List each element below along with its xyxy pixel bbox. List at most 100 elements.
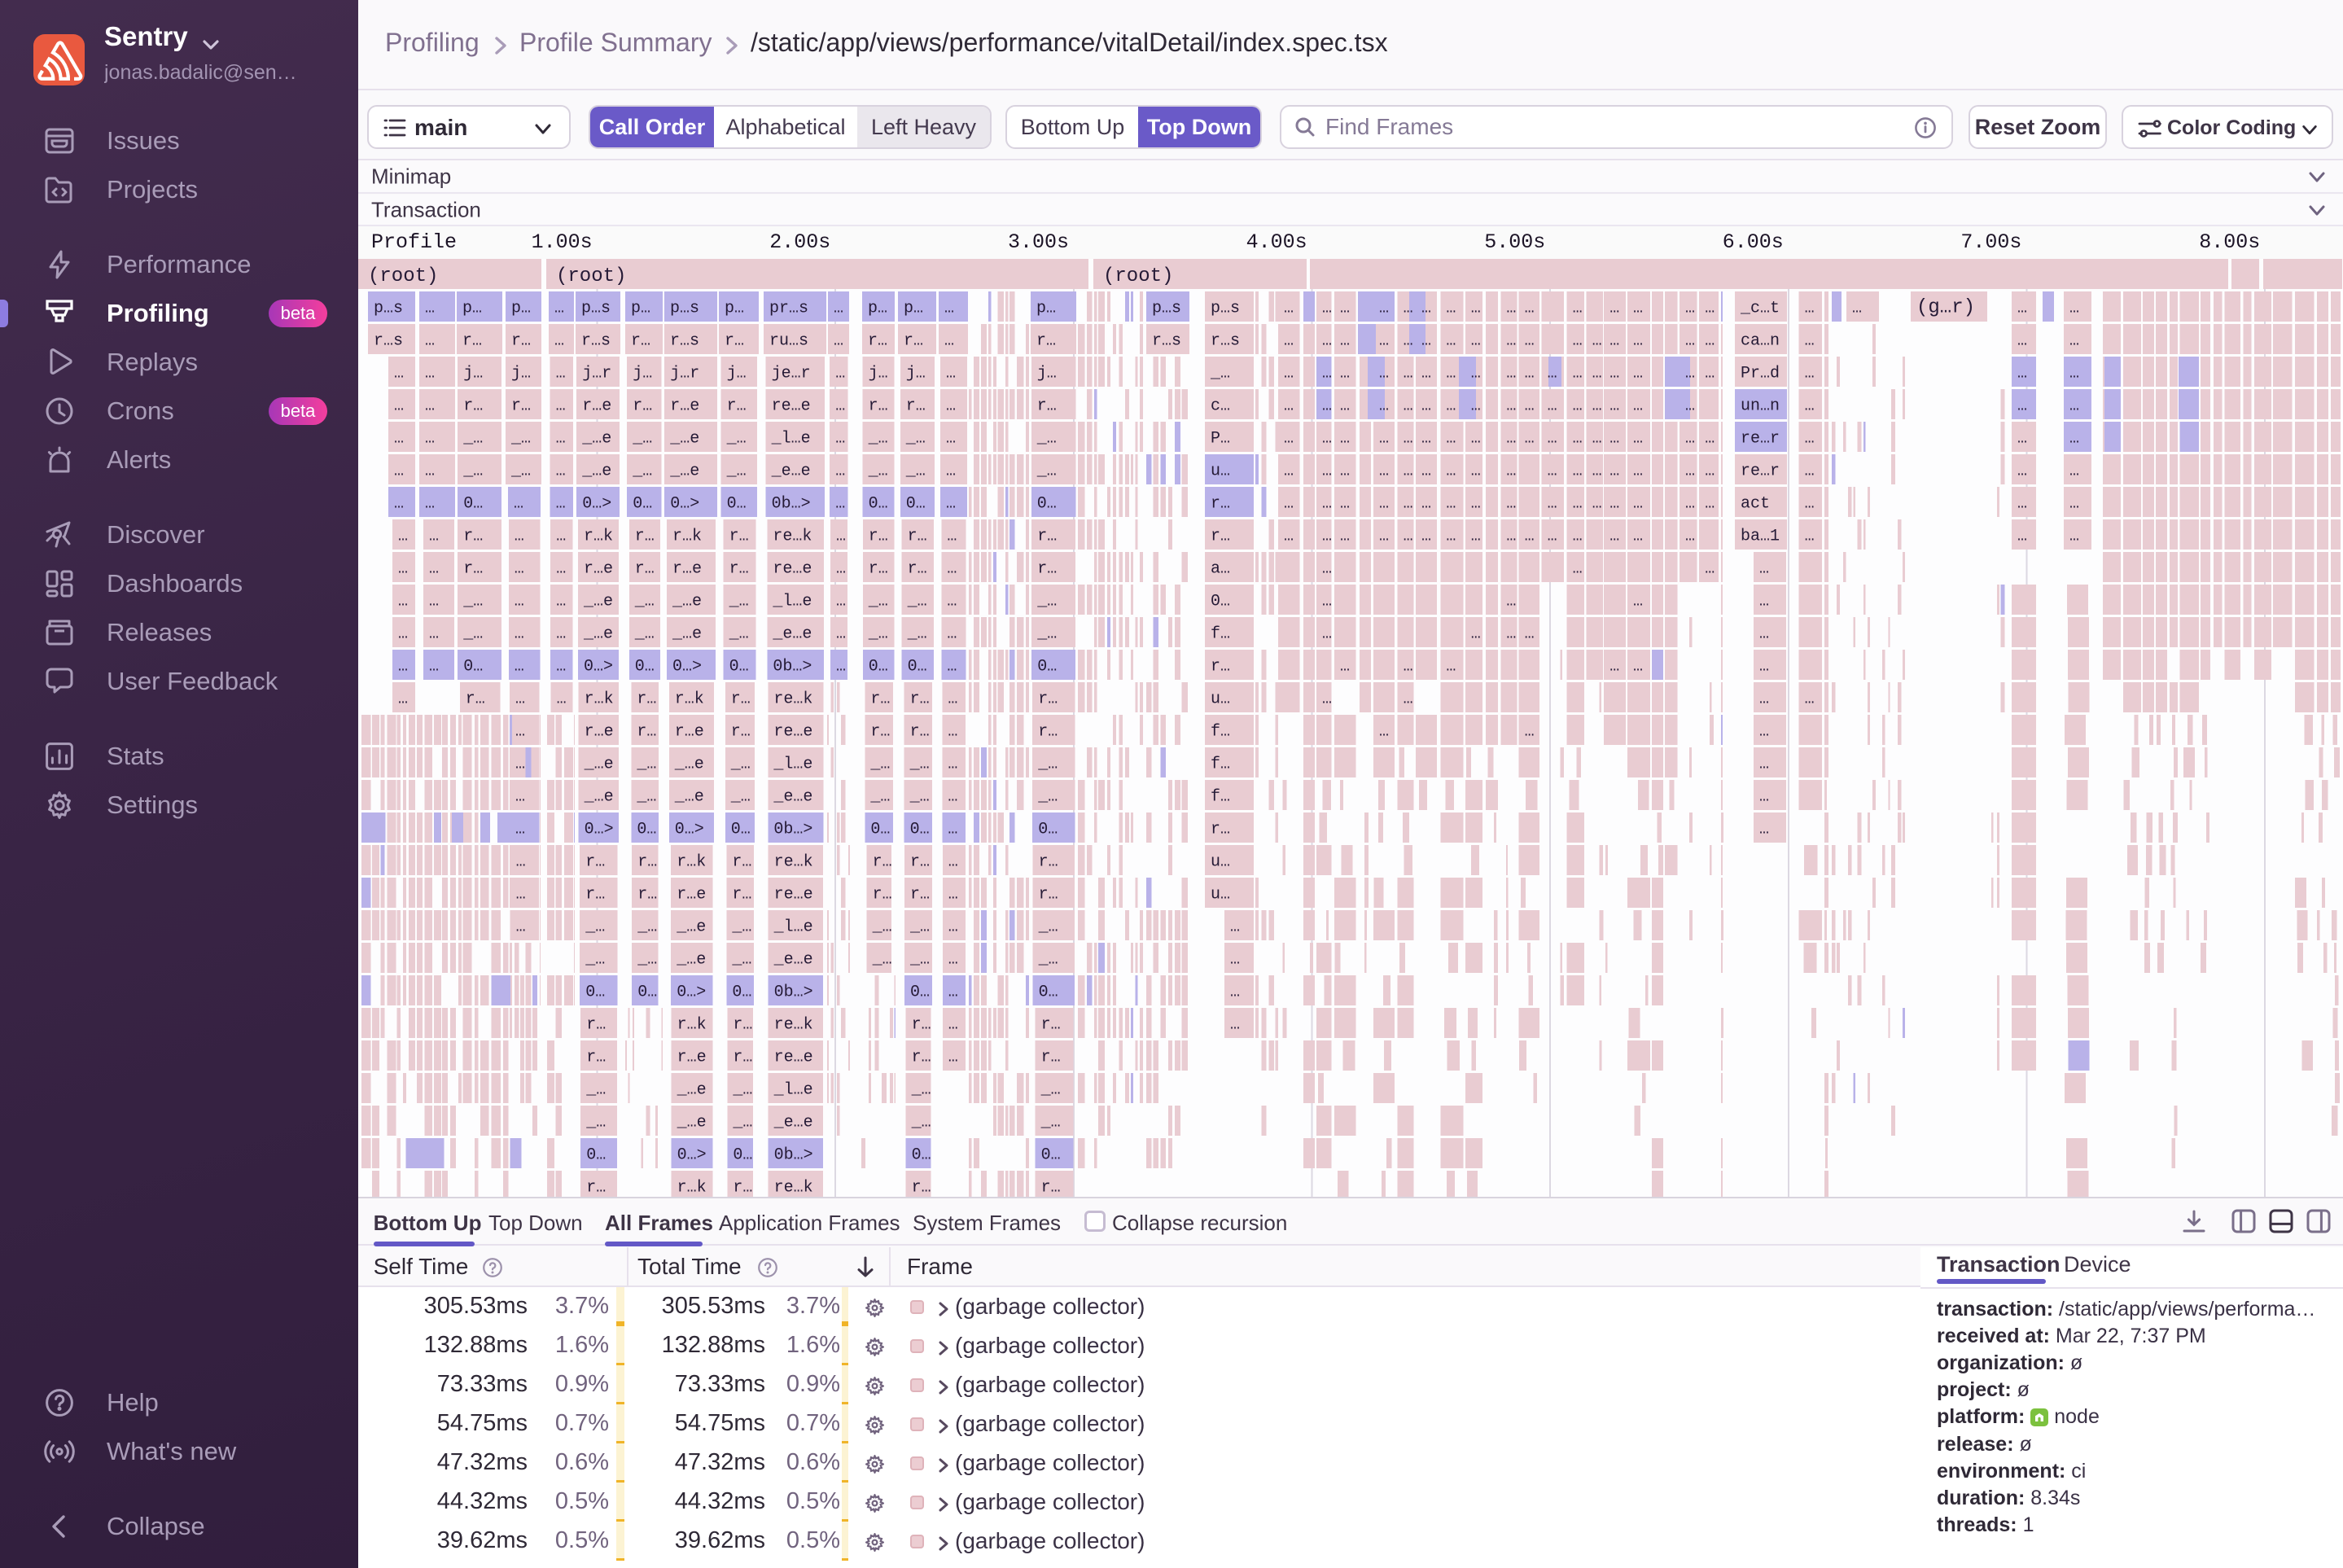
svg-text:_…: _… [1038, 951, 1058, 970]
svg-text:…: … [556, 495, 566, 514]
svg-text:…: … [1609, 300, 1619, 318]
svg-text:ba…1: ba…1 [1741, 528, 1780, 546]
svg-text:0…: 0… [1041, 1146, 1061, 1165]
svg-text:_…: _… [732, 1081, 752, 1100]
svg-text:…: … [1759, 625, 1769, 644]
svg-text:…: … [2017, 397, 2027, 416]
svg-text:…: … [1573, 560, 1583, 579]
svg-text:r…: r… [873, 853, 892, 872]
svg-text:…: … [1404, 300, 1413, 318]
svg-text:…: … [1284, 430, 1294, 449]
svg-text:…: … [1404, 430, 1413, 449]
svg-text:0…>: 0…> [584, 658, 613, 677]
svg-text:_…e: _…e [581, 430, 611, 449]
svg-text:…: … [556, 397, 566, 416]
svg-text:_…: _… [634, 593, 655, 611]
svg-text:…: … [1340, 397, 1350, 416]
svg-text:…: … [1609, 495, 1619, 514]
svg-text:…: … [1322, 560, 1332, 579]
svg-text:…: … [1379, 300, 1389, 318]
svg-text:_…e: _…e [676, 918, 706, 937]
svg-text:p…s: p…s [1211, 300, 1240, 318]
svg-text:j…: j… [727, 365, 747, 383]
svg-text:…: … [1685, 365, 1695, 383]
svg-text:…: … [1573, 397, 1583, 416]
svg-text:r…: r… [637, 886, 657, 904]
svg-text:0…>: 0…> [670, 495, 699, 514]
svg-text:r…: r… [731, 690, 751, 709]
svg-text:p…s: p…s [1152, 300, 1181, 318]
svg-text:r…: r… [637, 853, 657, 872]
svg-text:r…: r… [912, 1016, 931, 1035]
svg-text:…: … [1404, 658, 1413, 677]
svg-text:r…: r… [1036, 332, 1056, 351]
svg-text:…: … [2017, 332, 2027, 351]
svg-text:j…: j… [1037, 365, 1057, 383]
svg-text:…: … [1322, 625, 1332, 644]
svg-text:…: … [398, 658, 408, 677]
svg-text:_…: _… [872, 918, 892, 937]
svg-text:…: … [1446, 300, 1456, 318]
svg-text:…: … [1421, 365, 1431, 383]
svg-text:r…k: r…k [677, 1179, 707, 1197]
svg-text:r…: r… [463, 560, 483, 579]
svg-text:…: … [556, 462, 566, 481]
svg-text:…: … [2069, 462, 2079, 481]
svg-text:re…k: re…k [773, 528, 812, 546]
svg-text:…: … [1471, 430, 1481, 449]
svg-text:r…e: r…e [677, 1049, 707, 1067]
svg-text:…: … [1633, 462, 1643, 481]
svg-text:_…: _… [907, 625, 927, 644]
svg-text:r…: r… [1039, 886, 1058, 904]
svg-text:…: … [1805, 430, 1815, 449]
svg-text:…: … [1609, 365, 1619, 383]
svg-text:re…k: re…k [774, 1016, 813, 1035]
svg-text:…: … [836, 625, 846, 644]
svg-text:…: … [1759, 756, 1769, 774]
svg-text:r…: r… [1211, 658, 1230, 677]
svg-text:…: … [398, 528, 408, 546]
svg-text:…: … [948, 723, 957, 742]
svg-text:ca…n: ca…n [1741, 332, 1780, 351]
svg-text:0…: 0… [1037, 495, 1057, 514]
svg-text:…: … [1805, 332, 1815, 351]
svg-text:…: … [1322, 430, 1332, 449]
svg-text:…: … [1548, 365, 1557, 383]
svg-text:…: … [1322, 300, 1332, 318]
svg-text:…: … [1446, 332, 1456, 351]
svg-text:0b…>: 0b…> [774, 983, 813, 1002]
svg-text:…: … [835, 462, 845, 481]
svg-text:…: … [515, 756, 525, 774]
svg-text:…: … [1633, 430, 1643, 449]
svg-text:…: … [1446, 397, 1456, 416]
svg-text:…: … [1805, 495, 1815, 514]
svg-text:r…: r… [870, 690, 890, 709]
svg-text:…: … [1633, 365, 1643, 383]
svg-text:…: … [516, 918, 526, 937]
svg-text:r…s: r…s [1152, 332, 1181, 351]
svg-text:je…r: je…r [772, 365, 811, 383]
svg-text:0…: 0… [733, 1146, 752, 1165]
svg-text:r…: r… [873, 886, 892, 904]
svg-text:_…: _… [634, 625, 655, 644]
svg-text:0…: 0… [1038, 821, 1058, 839]
svg-text:_…: _… [1040, 1114, 1061, 1132]
svg-text:…: … [1573, 528, 1583, 546]
svg-text:…: … [425, 462, 435, 481]
svg-text:_c…t: _c…t [1740, 300, 1780, 318]
svg-text:r…: r… [511, 332, 531, 351]
svg-text:r…: r… [586, 1049, 606, 1067]
svg-text:p…: p… [904, 300, 923, 318]
svg-text:…: … [516, 853, 526, 872]
svg-text:p…: p… [631, 300, 650, 318]
svg-text:…: … [398, 625, 408, 644]
svg-text:p…s: p…s [581, 300, 611, 318]
svg-text:u…: u… [1211, 690, 1230, 709]
svg-text:(root): (root) [556, 265, 626, 287]
svg-text:0…: 0… [1039, 983, 1058, 1002]
svg-text:…: … [1548, 430, 1557, 449]
svg-text:_…: _… [869, 788, 890, 807]
svg-text:…: … [1705, 332, 1715, 351]
svg-text:…: … [425, 430, 435, 449]
svg-text:r…e: r…e [675, 723, 704, 742]
